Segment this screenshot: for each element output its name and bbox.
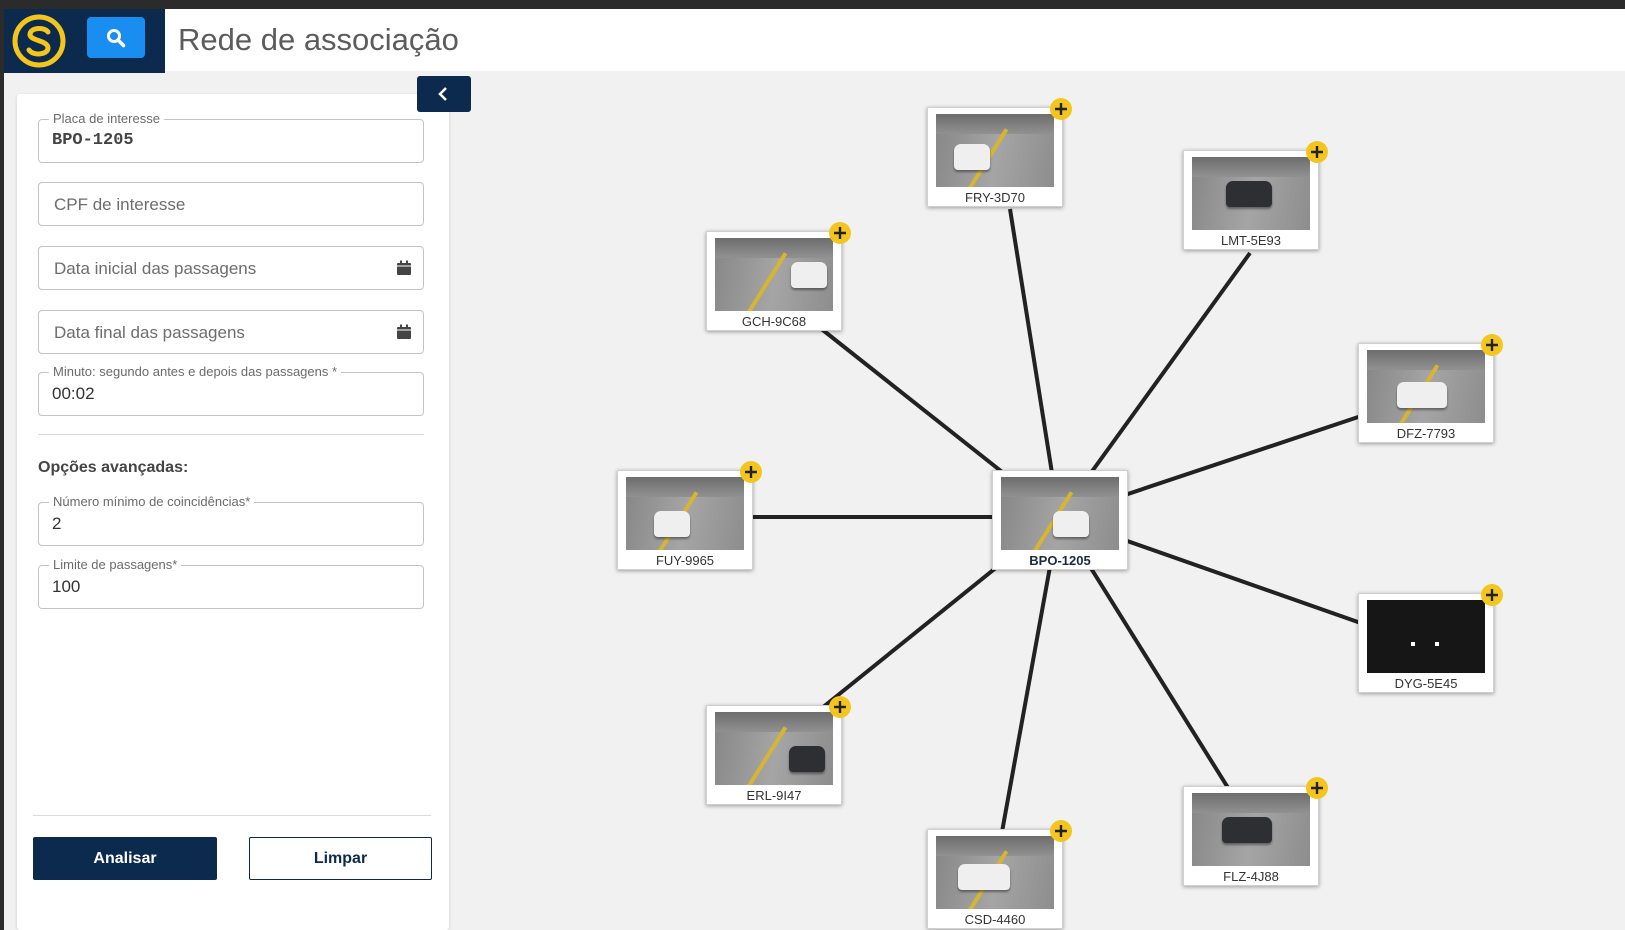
- plate-field-label: Placa de interesse: [49, 111, 164, 126]
- graph-node[interactable]: GCH-9C68: [706, 222, 851, 331]
- vehicle-photo: [1192, 157, 1310, 230]
- add-node-button[interactable]: [1050, 98, 1072, 120]
- app-window: Rede de associação Placa de interesse BP…: [4, 9, 1625, 930]
- node-plate: FRY-3D70: [965, 190, 1025, 205]
- plus-icon: [1311, 782, 1323, 794]
- node-plate: DFZ-7793: [1396, 426, 1456, 441]
- analyze-button[interactable]: Analisar: [33, 837, 217, 880]
- graph-node[interactable]: FRY-3D70: [927, 98, 1072, 207]
- node-plate: GCH-9C68: [741, 314, 807, 329]
- vehicle-photo: [1192, 793, 1310, 866]
- plate-field[interactable]: Placa de interesse BPO-1205: [38, 111, 424, 163]
- add-node-button[interactable]: [829, 222, 851, 244]
- filter-panel: Placa de interesse BPO-1205 CPF de inter…: [17, 94, 449, 930]
- add-node-button[interactable]: [1306, 777, 1328, 799]
- calendar-icon[interactable]: [396, 260, 412, 276]
- add-node-button[interactable]: [1481, 334, 1503, 356]
- cpf-field[interactable]: CPF de interesse: [38, 182, 424, 226]
- graph-node[interactable]: CSD-4460: [927, 820, 1072, 929]
- plus-icon: [1486, 589, 1498, 601]
- minute-field-value[interactable]: 00:02: [52, 384, 95, 404]
- graph-node[interactable]: DFZ-7793: [1358, 334, 1503, 443]
- graph-node[interactable]: DYG-5E45: [1358, 584, 1503, 693]
- limit-value[interactable]: 100: [52, 577, 80, 597]
- minute-field[interactable]: Minuto: segundo antes e depois das passa…: [38, 364, 424, 416]
- min-matches-label: Número mínimo de coincidências*: [49, 494, 255, 509]
- end-date-placeholder[interactable]: Data final das passagens: [54, 323, 245, 343]
- plus-icon: [1311, 146, 1323, 158]
- divider: [38, 434, 424, 435]
- divider: [33, 815, 431, 816]
- minute-field-label: Minuto: segundo antes e depois das passa…: [49, 364, 342, 379]
- node-plate: CSD-4460: [964, 912, 1026, 927]
- plus-icon: [834, 701, 846, 713]
- plus-icon: [1486, 339, 1498, 351]
- add-node-button[interactable]: [1481, 584, 1503, 606]
- vehicle-photo: [1001, 477, 1119, 550]
- node-plate: ERL-9I47: [746, 788, 802, 803]
- limit-label: Limite de passagens*: [49, 557, 182, 572]
- plus-icon: [834, 227, 846, 239]
- vehicle-photo: [626, 477, 744, 550]
- end-date-field[interactable]: Data final das passagens: [38, 310, 424, 354]
- graph-node[interactable]: FLZ-4J88: [1183, 777, 1328, 886]
- plus-icon: [745, 466, 757, 478]
- vehicle-photo: [715, 238, 833, 311]
- limit-field[interactable]: Limite de passagens* 100: [38, 557, 424, 609]
- graph-node[interactable]: LMT-5E93: [1183, 141, 1328, 250]
- vehicle-photo: [936, 114, 1054, 187]
- vehicle-photo: [715, 712, 833, 785]
- graph-node[interactable]: FUY-9965: [617, 461, 762, 570]
- node-plate: FUY-9965: [655, 553, 715, 568]
- graph-node-center[interactable]: BPO-1205: [992, 470, 1128, 570]
- chevron-left-icon: [438, 87, 447, 101]
- add-node-button[interactable]: [1050, 820, 1072, 842]
- add-node-button[interactable]: [740, 461, 762, 483]
- min-matches-field[interactable]: Número mínimo de coincidências* 2: [38, 494, 424, 546]
- node-plate: DYG-5E45: [1394, 676, 1458, 691]
- advanced-options-title: Opções avançadas:: [38, 459, 189, 476]
- graph-node[interactable]: ERL-9I47: [706, 696, 851, 805]
- node-plate: BPO-1205: [1029, 553, 1091, 568]
- node-plate: FLZ-4J88: [1223, 869, 1279, 884]
- vehicle-photo: [1367, 350, 1485, 423]
- add-node-button[interactable]: [1306, 141, 1328, 163]
- vehicle-photo: [1367, 600, 1485, 673]
- cpf-field-placeholder[interactable]: CPF de interesse: [54, 195, 185, 215]
- plus-icon: [1055, 825, 1067, 837]
- node-plate: LMT-5E93: [1221, 233, 1281, 248]
- min-matches-value[interactable]: 2: [52, 514, 61, 534]
- plus-icon: [1055, 103, 1067, 115]
- add-node-button[interactable]: [829, 696, 851, 718]
- collapse-panel-button[interactable]: [417, 76, 471, 112]
- calendar-icon[interactable]: [396, 324, 412, 340]
- start-date-field[interactable]: Data inicial das passagens: [38, 246, 424, 290]
- clear-button[interactable]: Limpar: [249, 837, 432, 880]
- start-date-placeholder[interactable]: Data inicial das passagens: [54, 259, 256, 279]
- plate-field-value[interactable]: BPO-1205: [52, 131, 134, 150]
- vehicle-photo: [936, 836, 1054, 909]
